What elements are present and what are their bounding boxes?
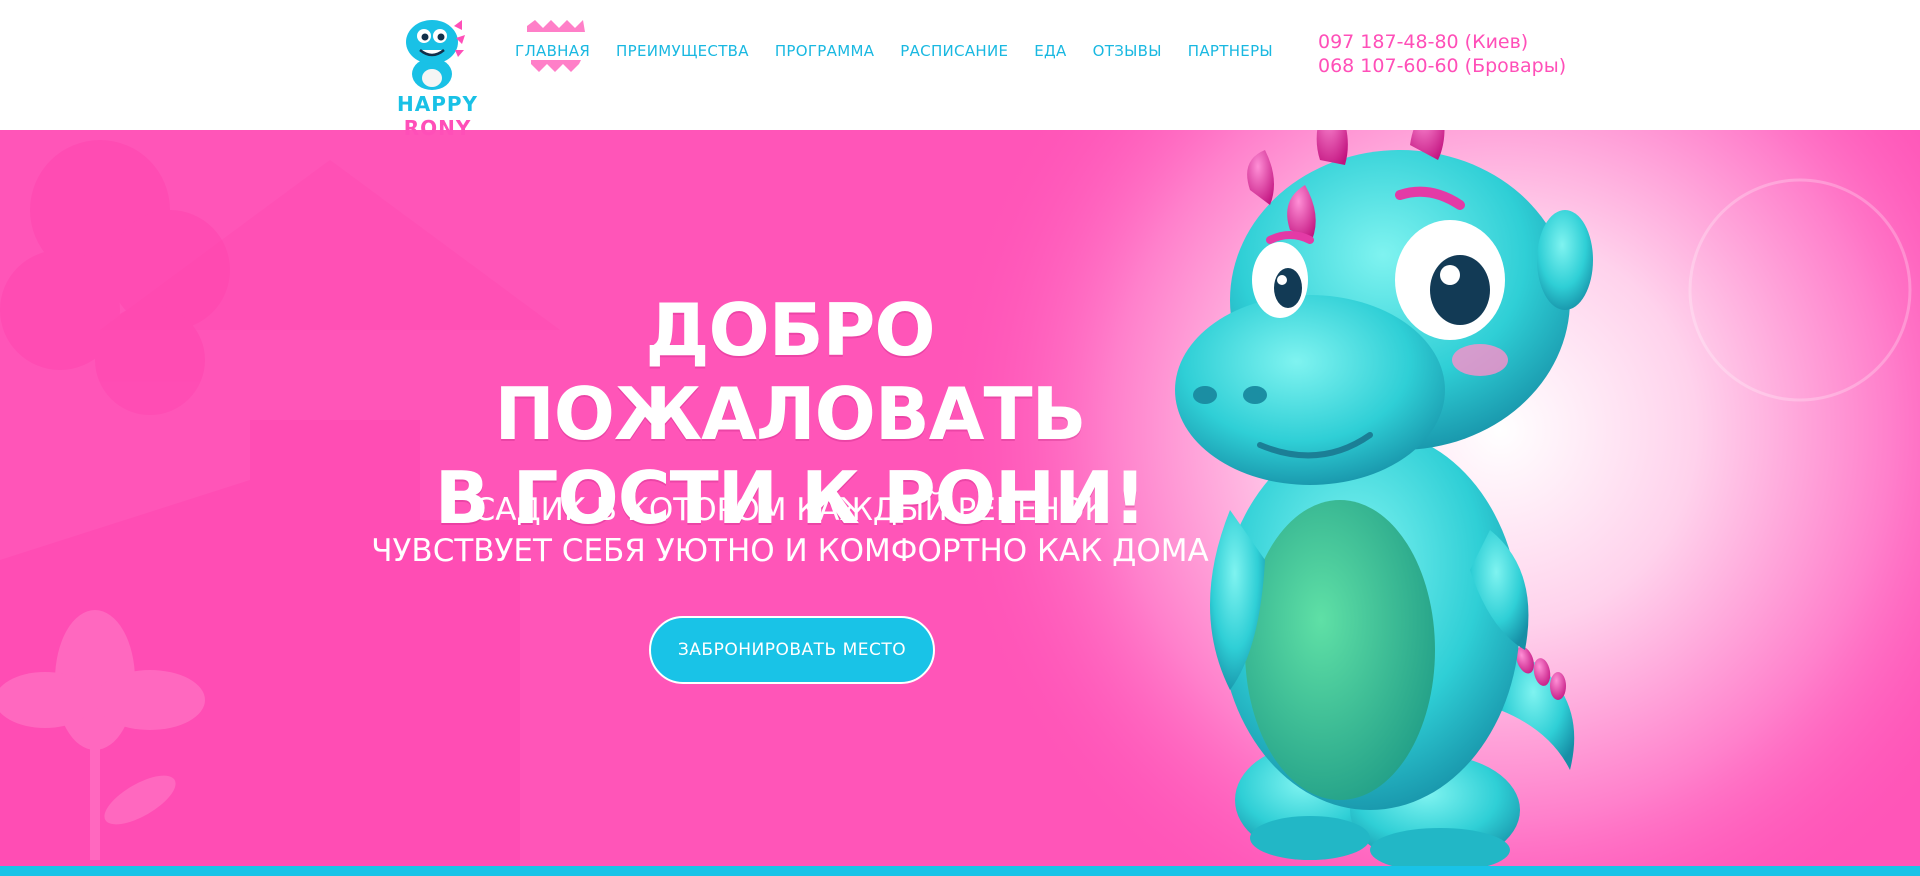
logo-text: HAPPY RONY <box>370 92 505 140</box>
nav-item-program[interactable]: ПРОГРАММА <box>775 42 874 60</box>
nav-item-home-label: ГЛАВНАЯ <box>515 42 591 60</box>
book-place-button[interactable]: ЗАБРОНИРОВАТЬ МЕСТО <box>649 616 935 684</box>
nav-item-food[interactable]: ЕДА <box>1034 42 1066 60</box>
nav-item-reviews[interactable]: ОТЗЫВЫ <box>1093 42 1162 60</box>
hero-subtitle-line-1: САДИК В КОТОРОМ КАЖДЫЙ РЕБЁНОК <box>473 492 1107 528</box>
logo-word-happy: HAPPY <box>396 92 478 116</box>
nav-item-partners[interactable]: ПАРТНЕРЫ <box>1188 42 1273 60</box>
main-navigation: ГЛАВНАЯ ПРЕИМУЩЕСТВА ПРОГРАММА РАСПИСАНИ… <box>515 20 1273 72</box>
nav-item-schedule[interactable]: РАСПИСАНИЕ <box>900 42 1008 60</box>
logo-dino-icon <box>406 20 465 90</box>
logo[interactable]: HAPPY RONY <box>370 12 505 140</box>
phone-numbers: 097 187-48-80 (Киев) 068 107-60-60 (Бров… <box>1318 30 1566 78</box>
hero-title-line-1: ДОБРО ПОЖАЛОВАТЬ <box>494 288 1087 456</box>
dinosaur-mascot-icon <box>1175 90 1593 872</box>
phone-brovary[interactable]: 068 107-60-60 (Бровары) <box>1318 54 1566 78</box>
logo-word-rony: RONY <box>403 116 472 140</box>
hero-subtitle-line-2: ЧУВСТВУЕТ СЕБЯ УЮТНО И КОМФОРТНО КАК ДОМ… <box>371 533 1209 569</box>
phone-kyiv[interactable]: 097 187-48-80 (Киев) <box>1318 30 1566 54</box>
nav-item-home[interactable]: ГЛАВНАЯ <box>515 20 591 72</box>
bottom-accent-bar <box>0 866 1920 876</box>
header-wave-divider <box>0 100 1920 128</box>
site-header: HAPPY RONY ГЛАВНАЯ ПРЕИМУЩЕСТВА ПРОГРАММ… <box>0 0 1920 140</box>
nav-item-advantages[interactable]: ПРЕИМУЩЕСТВА <box>616 42 749 60</box>
hero-subtitle: САДИК В КОТОРОМ КАЖДЫЙ РЕБЁНОК ЧУВСТВУЕТ… <box>340 490 1240 572</box>
